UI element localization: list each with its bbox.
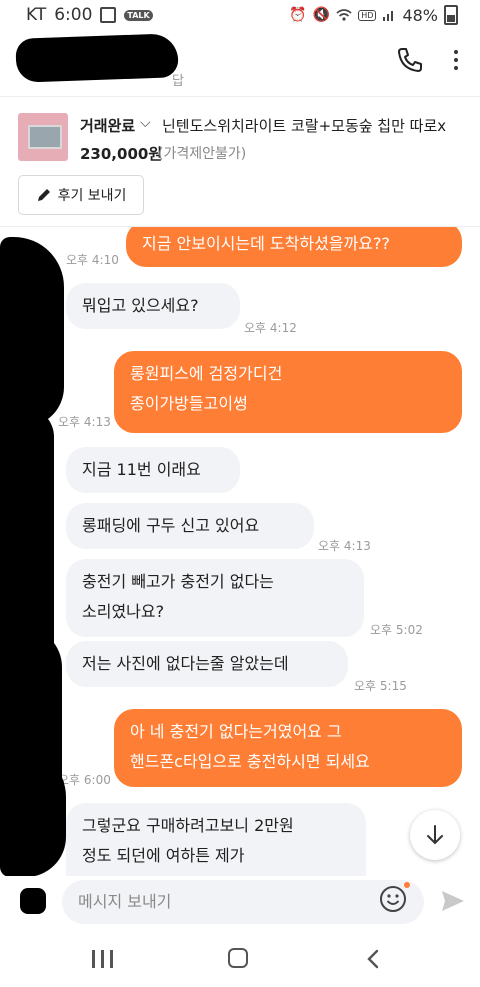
product-title: 닌텐도스위치라이트 코랄+모동숲 칩만 따로x [162,117,447,135]
message-text: 뭐입고 있으세요? [82,296,199,315]
clock: 6:00 [54,5,93,25]
redaction-mark [0,237,64,427]
chat-header: 답 [0,30,480,94]
message-text: 저는 사진에 없다는줄 알았는데 [82,654,289,673]
message-text: 아 네 충전기 없다는거였어요 그 [130,722,342,741]
redaction-mark [0,747,66,877]
kakaotalk-icon: TALK [124,9,153,21]
message-text: 지금 11번 이래요 [82,460,201,479]
message-bubble-incoming[interactable]: 그렇군요 구매하려고보니 2만원 정도 되던에 여하튼 제가 [66,803,366,877]
scroll-to-bottom-button[interactable] [410,810,460,860]
message-input[interactable]: 메시지 보내기 [62,880,424,924]
redacted-plus-icon[interactable] [20,888,46,914]
arrow-down-icon [427,825,443,845]
emoji-icon[interactable] [378,884,408,914]
message-timestamp: 오후 4:13 [318,539,371,553]
message-text: 정도 되던에 여하튼 제가 [82,846,245,865]
more-vert-icon[interactable] [446,44,466,76]
status-right: ⏰ 🔇 HD 48% [289,5,458,25]
carrier-label: KT [26,5,47,25]
message-bubble-incoming[interactable]: 뭐입고 있으세요? [66,283,240,329]
message-text: 종이가방들고이썽 [130,394,248,413]
message-timestamp: 오후 4:12 [244,321,297,335]
pencil-icon [37,189,50,201]
chat-area[interactable]: 지금 안보이시는데 도착하셨을까요?? 오후 4:10 뭐입고 있으세요? 오후… [0,226,480,877]
recent-apps-icon[interactable] [92,950,114,968]
message-text: 충전기 빼고가 충전기 없다는 [82,572,274,591]
product-card[interactable]: 거래완료 ⌵ 닌텐도스위치라이트 코랄+모동숲 칩만 따로x 230,000원 … [0,96,480,169]
phone-icon[interactable] [394,44,426,76]
system-nav-bar [0,930,480,987]
message-bubble-outgoing[interactable]: 롱원피스에 검정가디건 종이가방들고이썽 [114,351,462,433]
battery-icon [444,5,458,25]
message-timestamp: 오후 5:02 [370,623,423,637]
message-text: 핸드폰c타입으로 충전하시면 되세요 [130,752,370,771]
send-review-label: 후기 보내기 [57,188,127,204]
mute-icon: 🔇 [312,7,331,23]
message-text: 지금 안보이시는데 도착하셨을까요?? [142,234,390,253]
message-text: 롱원피스에 검정가디건 [130,364,283,383]
message-bubble-incoming[interactable]: 저는 사진에 없다는줄 알았는데 [66,641,348,687]
gallery-icon [100,7,117,23]
trade-status[interactable]: 거래완료 [80,115,135,136]
message-timestamp: 오후 5:15 [354,679,407,693]
message-text: 롱패딩에 구두 신고 있어요 [82,516,260,535]
status-bar: KT 6:00 TALK ⏰ 🔇 HD 48% [0,0,480,30]
alarm-icon: ⏰ [289,7,307,23]
send-review-button[interactable]: 후기 보내기 [18,175,144,215]
signal-icon [383,11,394,21]
message-text: 그렇군요 구매하려고보니 2만원 [82,816,294,835]
notification-dot [404,882,410,888]
message-timestamp: 오후 4:13 [58,415,111,429]
message-bubble-outgoing[interactable]: 아 네 충전기 없다는거였어요 그 핸드폰c타입으로 충전하시면 되세요 [114,709,462,787]
message-bubble-incoming[interactable]: 충전기 빼고가 충전기 없다는 소리였나요? [66,559,364,637]
product-price: 230,000원 [80,145,163,163]
battery-percent: 48% [402,5,438,25]
header-subtitle: 답 [172,74,184,89]
message-bubble-incoming[interactable]: 지금 11번 이래요 [66,447,240,493]
message-timestamp: 오후 6:00 [58,773,111,787]
chevron-down-icon[interactable]: ⌵ [140,115,151,131]
message-bubble-outgoing[interactable]: 지금 안보이시는데 도착하셨을까요?? [126,227,462,267]
send-icon[interactable] [440,888,466,914]
back-icon[interactable] [364,948,384,970]
hd-voice-icon: HD [358,9,377,21]
redacted-username [15,33,179,83]
status-left: KT 6:00 TALK [26,5,153,25]
message-text: 소리였나요? [82,602,165,621]
message-bubble-incoming[interactable]: 롱패딩에 구두 신고 있어요 [66,503,314,549]
message-input-bar: 메시지 보내기 [0,876,480,928]
home-icon[interactable] [228,948,248,968]
message-timestamp: 오후 4:10 [66,253,119,267]
wifi-icon [336,9,352,21]
product-thumbnail[interactable] [18,113,68,161]
console-screen [28,125,62,149]
price-note: (가격제안불가) [158,146,247,162]
